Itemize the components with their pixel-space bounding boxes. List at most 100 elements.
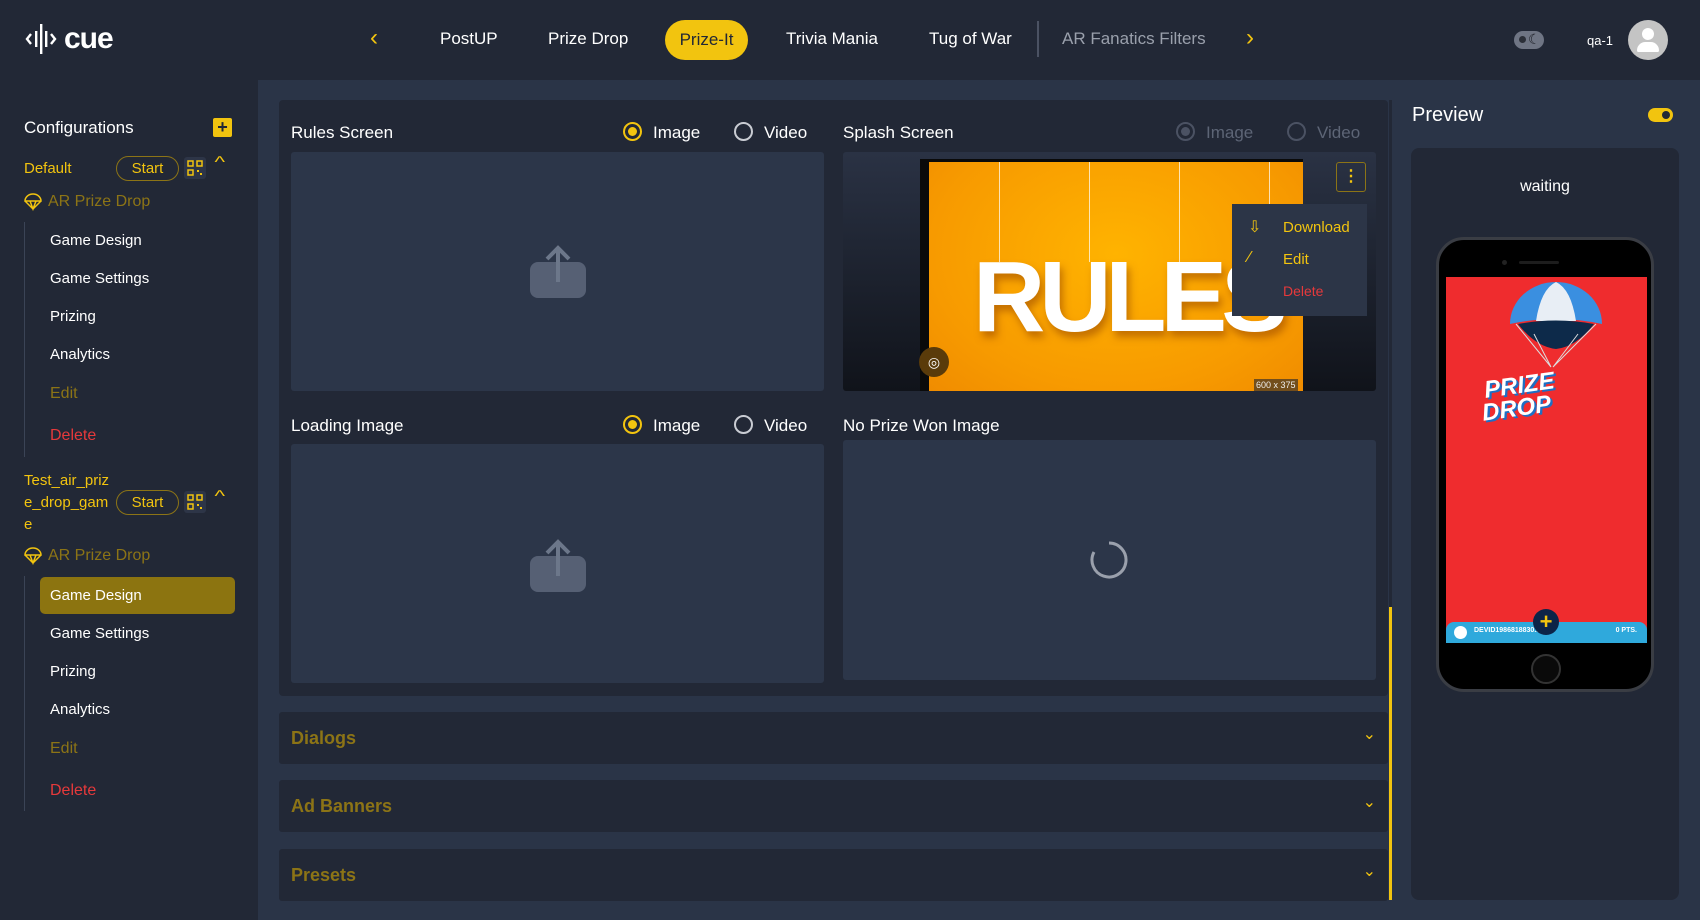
tab-divider: [1037, 21, 1039, 57]
rules-video-radio[interactable]: [734, 122, 753, 141]
focus-crop-icon[interactable]: ◎: [919, 347, 949, 377]
loading-spinner-icon: [1090, 541, 1128, 579]
avatar-head-icon: [1642, 28, 1654, 40]
menu-game-settings[interactable]: Game Settings: [50, 625, 149, 642]
config-name-test-line2[interactable]: e_drop_gam: [24, 494, 108, 511]
nav-next-button[interactable]: ›: [1246, 26, 1254, 50]
accordion-title: Dialogs: [291, 728, 357, 748]
game-type-label: AR Prize Drop: [48, 547, 151, 564]
toggle-knob: [1519, 36, 1526, 43]
player-avatar-icon: [1454, 626, 1467, 639]
config-name-test-line1[interactable]: Test_air_priz: [24, 472, 109, 489]
tab-ar-fanatics-filters[interactable]: AR Fanatics Filters: [1062, 29, 1206, 49]
preview-toggle[interactable]: [1648, 108, 1673, 122]
start-button[interactable]: Start: [116, 490, 179, 515]
scrollbar-thumb[interactable]: [1389, 607, 1392, 900]
chevron-down-icon: ⌄: [1362, 794, 1376, 811]
menu-game-design-selected[interactable]: Game Design: [40, 577, 235, 614]
collapse-chevron-icon[interactable]: ^: [214, 488, 225, 506]
cue-logo[interactable]: cue: [24, 22, 114, 56]
upload-icon: [530, 539, 586, 592]
menu-analytics[interactable]: Analytics: [50, 346, 110, 363]
menu-delete[interactable]: Delete: [50, 782, 96, 800]
accordion-title: Presets: [291, 865, 357, 885]
menu-edit[interactable]: Edit: [50, 385, 78, 403]
splash-image-preview[interactable]: RULES ◎ 600 x 375 ⋮ ⇩ Download ⁄ Edit Dele…: [843, 152, 1376, 391]
start-button[interactable]: Start: [116, 156, 179, 181]
rules-screen-title: Rules Screen: [291, 123, 394, 142]
upload-icon: [530, 245, 586, 298]
loading-upload-dropzone[interactable]: [291, 444, 824, 683]
qr-code-icon[interactable]: [184, 491, 206, 513]
radio-label: Video: [1317, 123, 1361, 142]
tab-prize-drop[interactable]: Prize Drop: [548, 29, 628, 49]
config-name-default[interactable]: Default: [24, 160, 72, 177]
chevron-down-icon: ⌄: [1362, 863, 1376, 880]
device-id: DEVID1986818830...: [1474, 627, 1541, 634]
add-icon[interactable]: +: [1533, 609, 1559, 635]
rules-image-radio[interactable]: [623, 122, 642, 141]
toggle-knob: [1662, 111, 1670, 119]
rules-upload-dropzone[interactable]: [291, 152, 824, 391]
configurations-title: Configurations: [24, 118, 134, 137]
menu-game-design[interactable]: Game Design: [50, 232, 142, 249]
menu-label: Download: [1283, 219, 1350, 236]
phone-speaker: [1519, 261, 1559, 264]
tab-trivia-mania[interactable]: Trivia Mania: [786, 29, 878, 49]
menu-analytics[interactable]: Analytics: [50, 701, 110, 718]
tab-postup[interactable]: PostUP: [440, 29, 498, 49]
preview-panel: waiting PRIZE DROP DEVID1986818830... 0 …: [1411, 148, 1679, 900]
loading-image-radio[interactable]: [623, 415, 642, 434]
menu-label: Game Design: [50, 587, 142, 604]
accordion-presets[interactable]: Presets ⌄: [279, 849, 1388, 901]
add-configuration-button[interactable]: +: [213, 118, 232, 137]
phone-mockup: PRIZE DROP DEVID1986818830... 0 PTS. +: [1436, 237, 1654, 692]
chevron-down-icon: ⌄: [1362, 726, 1376, 743]
logo-text: cue: [64, 22, 114, 55]
nav-prev-button[interactable]: ‹: [370, 26, 378, 50]
radio-label: Image: [653, 416, 701, 435]
parachute-icon: [24, 547, 42, 569]
loading-image-title: Loading Image: [291, 416, 404, 435]
tree-line: [24, 576, 25, 811]
tab-tug-of-war[interactable]: Tug of War: [929, 29, 1012, 49]
username: qa-1: [1587, 33, 1614, 48]
waveform-icon: [25, 24, 57, 54]
sidebar: Configurations + Default Start ^ AR Priz…: [0, 80, 258, 920]
menu-edit[interactable]: Edit: [50, 740, 78, 758]
splash-image-radio[interactable]: [1176, 122, 1195, 141]
moon-icon: ☾: [1528, 31, 1541, 47]
config-name-test-line3[interactable]: e: [24, 516, 32, 533]
avatar[interactable]: [1628, 20, 1668, 60]
splash-video-radio[interactable]: [1287, 122, 1306, 141]
menu-game-settings[interactable]: Game Settings: [50, 270, 149, 287]
accordion-dialogs[interactable]: Dialogs ⌄: [279, 712, 1388, 764]
qr-code-icon[interactable]: [184, 157, 206, 179]
menu-delete[interactable]: Delete: [50, 427, 96, 445]
accordion-ad-banners[interactable]: Ad Banners ⌄: [279, 780, 1388, 832]
radio-label: Image: [653, 123, 701, 142]
menu-label: Edit: [1283, 251, 1309, 268]
phone-camera: [1502, 260, 1507, 265]
menu-delete-image[interactable]: Delete: [1232, 276, 1367, 306]
menu-prizing[interactable]: Prizing: [50, 308, 96, 325]
menu-download[interactable]: ⇩ Download: [1232, 212, 1367, 242]
image-dimensions: 600 x 375: [1254, 379, 1298, 391]
phone-home-button: [1531, 654, 1561, 684]
tree-line: [24, 222, 25, 457]
accordion-title: Ad Banners: [291, 796, 393, 816]
preview-title: Preview: [1412, 104, 1484, 126]
tab-prize-it[interactable]: Prize-It: [665, 20, 748, 60]
no-prize-upload-dropzone[interactable]: [843, 440, 1376, 680]
menu-prizing[interactable]: Prizing: [50, 663, 96, 680]
splash-screen-title: Splash Screen: [843, 123, 954, 142]
radio-label: Video: [764, 123, 808, 142]
more-options-button[interactable]: ⋮: [1336, 162, 1366, 192]
game-type-label: AR Prize Drop: [48, 193, 151, 210]
loading-video-radio[interactable]: [734, 415, 753, 434]
game-screen: PRIZE DROP DEVID1986818830... 0 PTS. +: [1446, 277, 1647, 643]
magic-wand-icon: ⁄: [1248, 249, 1251, 266]
menu-edit-image[interactable]: ⁄ Edit: [1232, 244, 1367, 274]
collapse-chevron-icon[interactable]: ^: [214, 154, 225, 172]
theme-toggle[interactable]: ☾: [1514, 31, 1544, 49]
